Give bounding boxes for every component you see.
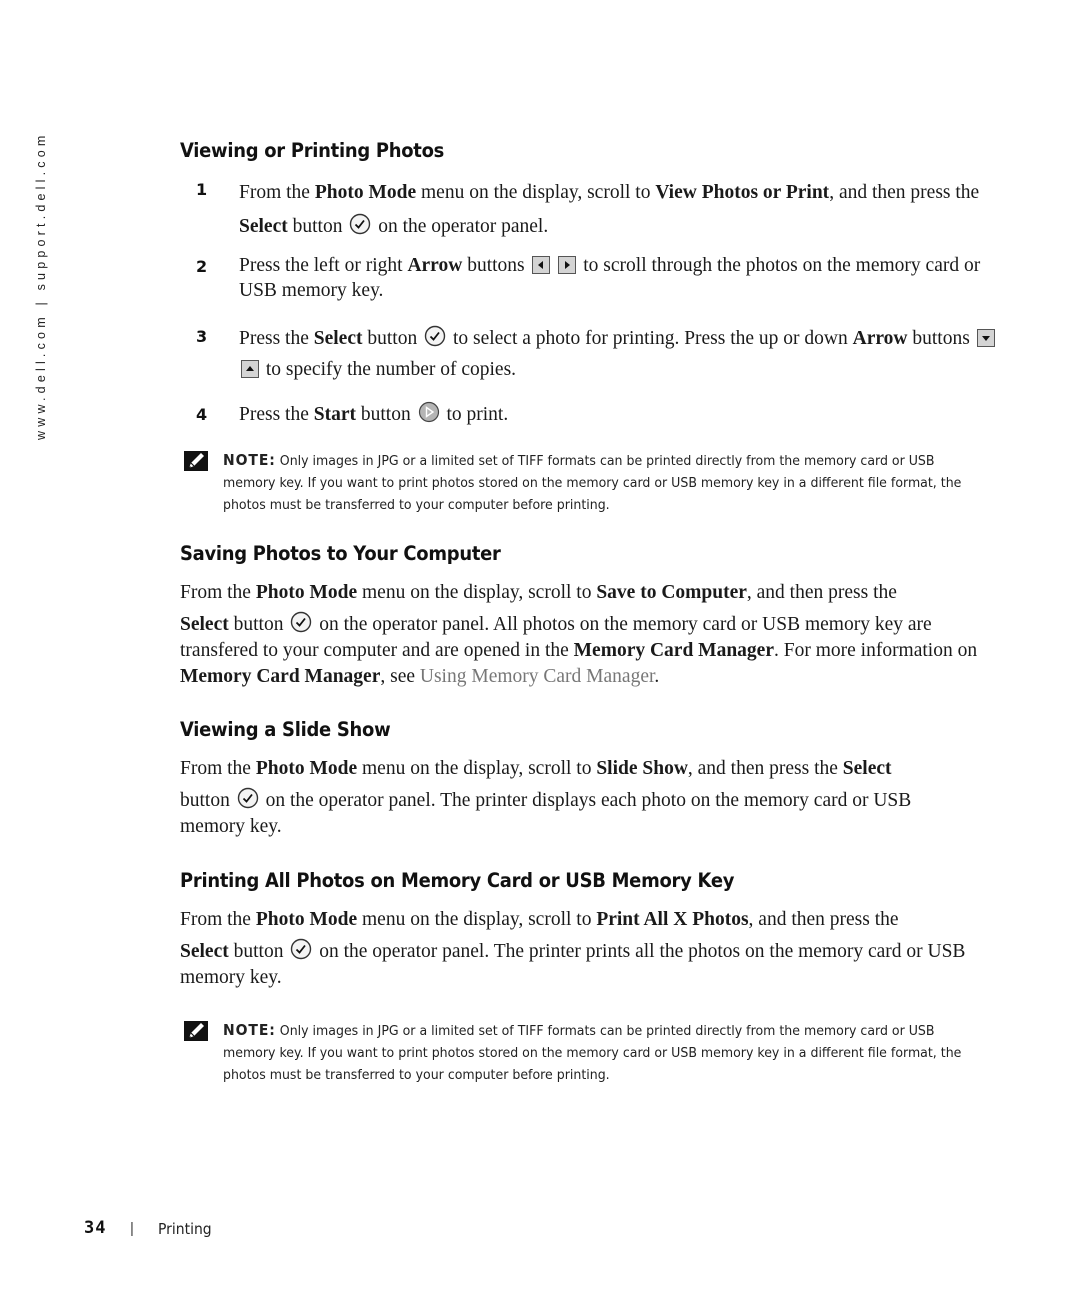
start-play-icon (418, 401, 440, 423)
heading-print-all: Printing All Photos on Memory Card or US… (180, 869, 735, 892)
step-text: Press the left or right Arrow buttons to… (239, 255, 981, 301)
note-text: NOTE: Only images in JPG or a limited se… (223, 451, 962, 513)
left-arrow-button-icon (531, 256, 550, 274)
heading-saving-photos: Saving Photos to Your Computer (180, 542, 501, 565)
footer-chapter-title: Printing (158, 1220, 212, 1238)
step-number: 2 (196, 257, 208, 276)
print-all-paragraph: From the Photo Mode menu on the display,… (180, 909, 966, 988)
select-check-icon (349, 213, 371, 235)
side-url-banner: www.dell.com | support.dell.com (34, 131, 48, 440)
note-text: NOTE: Only images in JPG or a limited se… (223, 1021, 962, 1083)
step-text: From the Photo Mode menu on the display,… (239, 182, 980, 237)
pencil-note-icon (184, 451, 210, 478)
slideshow-paragraph: From the Photo Mode menu on the display,… (180, 758, 912, 837)
saving-paragraph: From the Photo Mode menu on the display,… (180, 582, 978, 687)
up-arrow-button-icon (241, 360, 259, 378)
step-number: 1 (196, 180, 208, 199)
footer-separator: | (130, 1220, 134, 1237)
heading-slide-show: Viewing a Slide Show (180, 718, 391, 741)
pencil-note-icon (184, 1021, 210, 1048)
right-arrow-button-icon (558, 256, 577, 274)
page-footer: 34 | Printing (84, 1218, 212, 1238)
select-check-icon (290, 938, 312, 960)
select-check-icon (424, 325, 446, 347)
step-text: Press the Start button to print. (239, 401, 999, 428)
step-number: 3 (196, 327, 208, 346)
step-number: 4 (196, 405, 208, 424)
step-text: Press the Select button to select a phot… (239, 323, 999, 385)
select-check-icon (237, 787, 259, 809)
heading-viewing-printing: Viewing or Printing Photos (180, 139, 445, 162)
down-arrow-button-icon (976, 329, 995, 347)
select-check-icon (290, 611, 312, 633)
link-using-memory-card-manager[interactable]: Using Memory Card Manager (420, 666, 655, 687)
page-number: 34 (84, 1218, 107, 1238)
